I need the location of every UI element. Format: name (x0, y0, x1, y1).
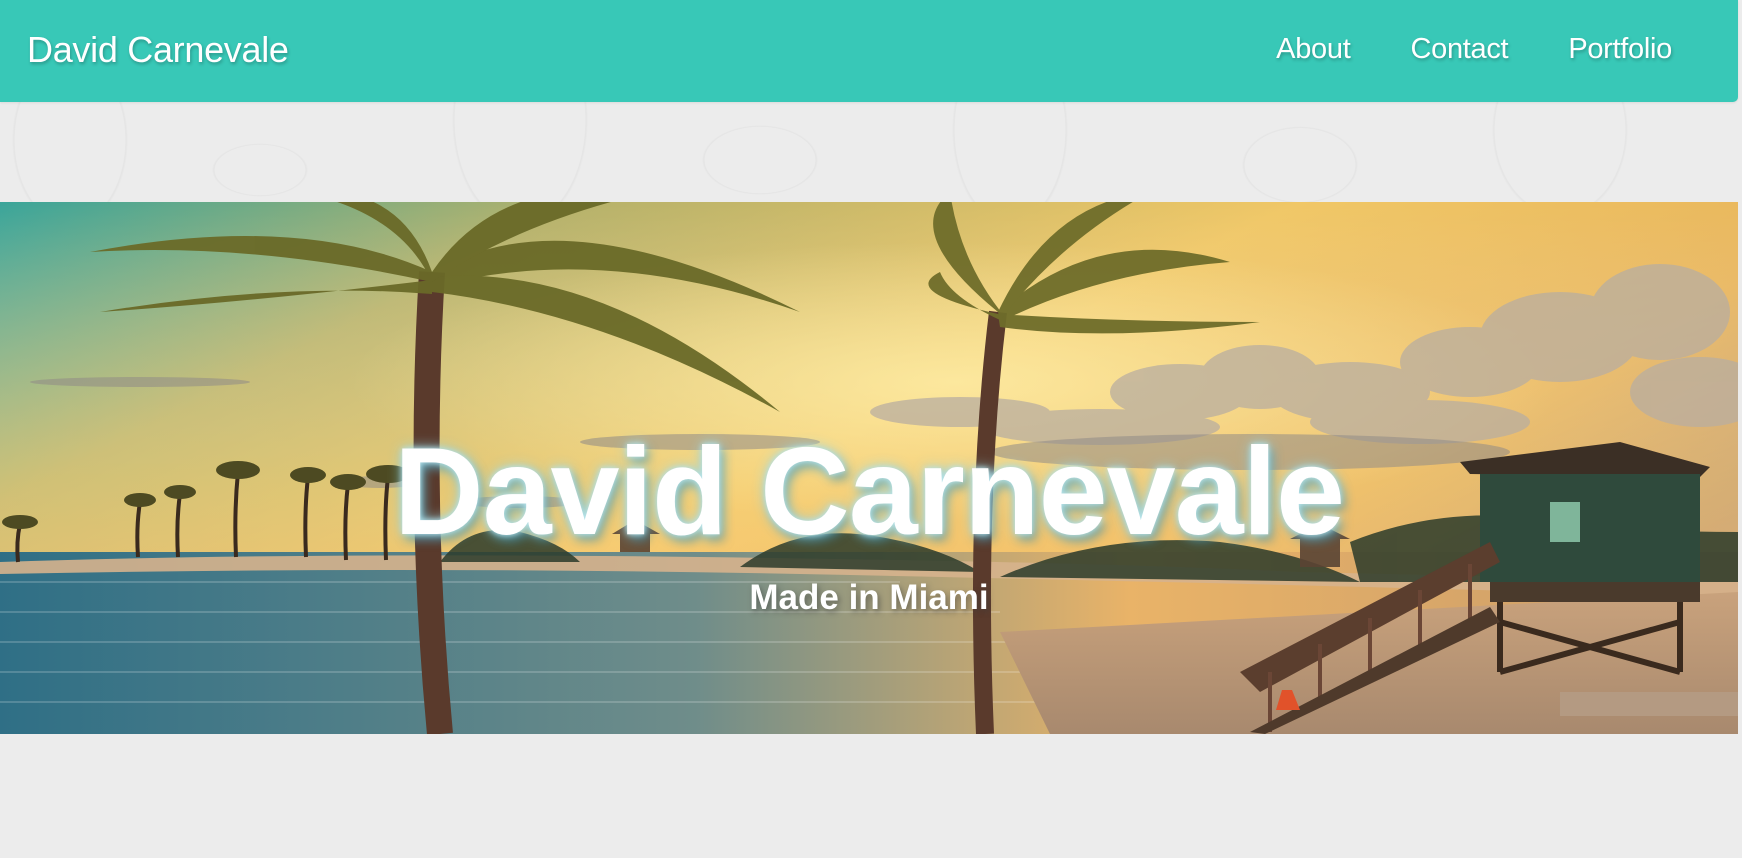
patterned-background-bottom (0, 734, 1742, 858)
hero-title: David Carnevale (394, 423, 1345, 561)
nav-link-portfolio[interactable]: Portfolio (1568, 33, 1672, 66)
nav-link-about[interactable]: About (1276, 33, 1351, 66)
brand-link[interactable]: David Carnevale (27, 29, 289, 71)
top-navbar: David Carnevale About Contact Portfolio (0, 0, 1738, 102)
nav-links: About Contact Portfolio (1276, 33, 1672, 66)
nav-link-contact[interactable]: Contact (1410, 33, 1508, 66)
hero-subtitle: Made in Miami (749, 578, 989, 617)
page: David Carnevale About Contact Portfolio (0, 0, 1746, 858)
hero-banner: David Carnevale Made in Miami (0, 202, 1738, 734)
